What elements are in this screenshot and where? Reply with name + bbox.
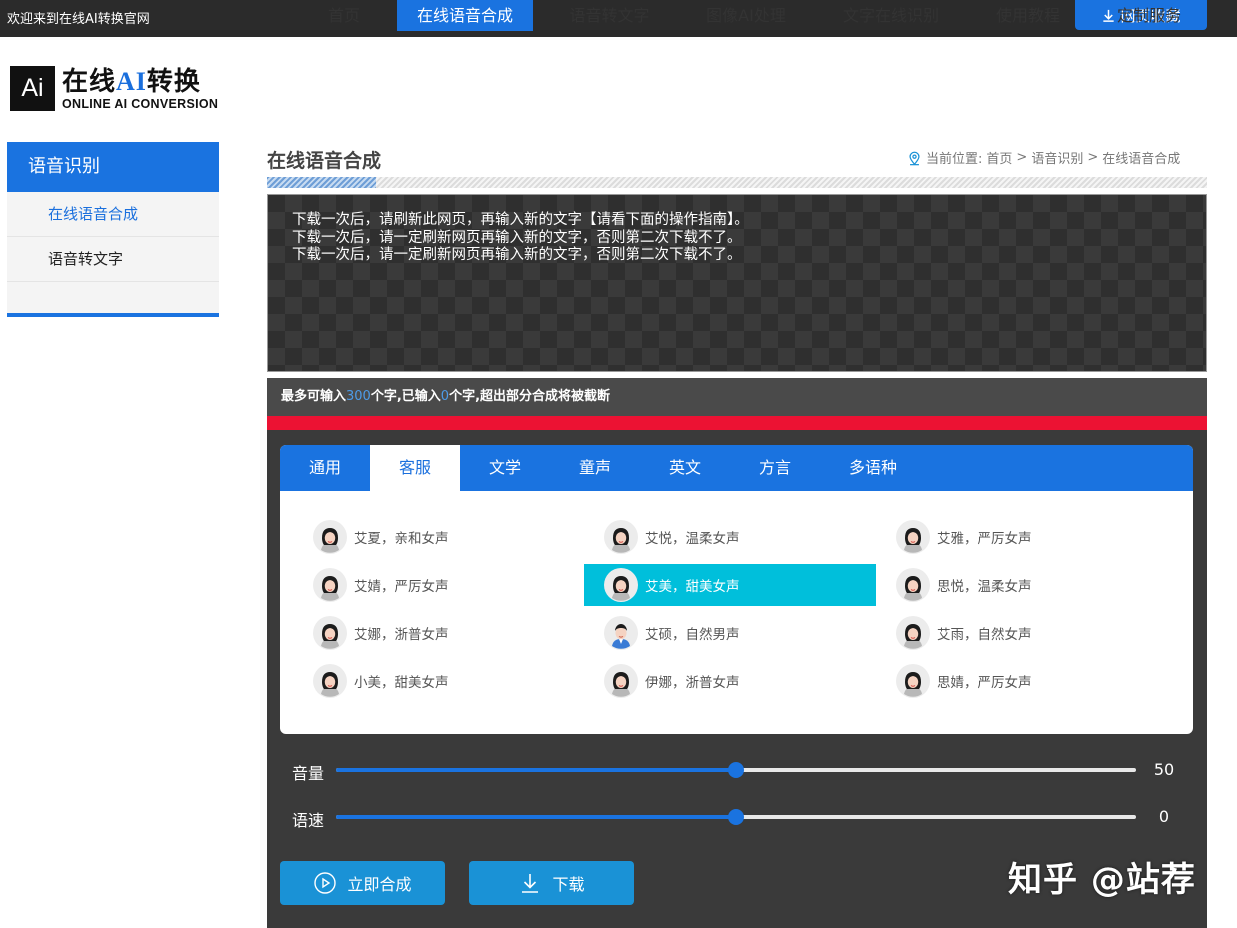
char-counter: 最多可输入300个字,已输入0个字,超出部分合成将被截断	[267, 378, 1207, 416]
voice-option-label: 艾雅，严厉女声	[937, 531, 1032, 547]
synthesize-label: 立即合成	[347, 875, 412, 894]
female-avatar-icon	[604, 664, 638, 698]
male-avatar-icon	[604, 616, 638, 650]
download-icon	[522, 874, 539, 893]
download-button[interactable]: 下载	[469, 861, 634, 905]
alert-bar	[267, 416, 1207, 430]
breadcrumb-separator: >	[1016, 150, 1028, 165]
breadcrumb: 当前位置: 首页 > 语音识别 > 在线语音合成	[907, 148, 1180, 167]
welcome-text: 欢迎来到在线AI转换官网	[7, 12, 150, 27]
volume-slider-thumb[interactable]	[728, 762, 744, 778]
breadcrumb-home[interactable]: 首页	[986, 148, 1012, 167]
speed-slider-fill	[336, 815, 736, 819]
female-avatar-icon	[604, 520, 638, 554]
sidebar: 语音识别 在线语音合成 语音转文字	[7, 142, 219, 317]
synthesis-text-input[interactable]: 下载一次后，请刷新此网页，再输入新的文字【请看下面的操作指南】。 下载一次后，请…	[268, 195, 1206, 371]
watermark: 知乎 @站荐	[1008, 860, 1196, 900]
nav-speech-synthesis[interactable]: 在线语音合成	[397, 0, 533, 31]
voice-option-label: 艾悦，温柔女声	[645, 531, 740, 547]
synthesize-button[interactable]: 立即合成	[280, 861, 445, 905]
tab-general[interactable]: 通用	[280, 445, 370, 491]
tab-literature[interactable]: 文学	[460, 445, 550, 491]
sidebar-bottom-bar	[7, 313, 219, 317]
volume-value: 50	[1153, 760, 1175, 779]
female-avatar-icon	[896, 616, 930, 650]
tab-customer-service[interactable]: 客服	[370, 445, 460, 491]
nav-speech-to-text[interactable]: 语音转文字	[558, 0, 661, 31]
voice-option[interactable]: 艾悦，温柔女声	[584, 516, 876, 558]
voice-option-label: 艾夏，亲和女声	[354, 531, 449, 547]
female-avatar-icon	[604, 568, 638, 602]
voice-option-label: 思悦，温柔女声	[937, 579, 1032, 595]
voice-option-label: 艾雨，自然女声	[937, 627, 1032, 643]
voice-option-label: 伊娜，浙普女声	[645, 675, 740, 691]
current-char-count: 0	[440, 389, 450, 404]
nav-image-ai[interactable]: 图像AI处理	[696, 0, 796, 31]
voice-option-label: 艾婧，严厉女声	[354, 579, 449, 595]
voice-option-label: 小美，甜美女声	[354, 675, 449, 691]
voice-option[interactable]: 艾雅，严厉女声	[876, 516, 1168, 558]
female-avatar-icon	[313, 568, 347, 602]
max-char-count: 300	[346, 389, 371, 404]
title-divider-accent	[267, 177, 376, 188]
voice-option[interactable]: 艾娜，浙普女声	[293, 612, 585, 654]
voice-option[interactable]: 思婧，严厉女声	[876, 660, 1168, 702]
female-avatar-icon	[313, 616, 347, 650]
sidebar-item-speech-synthesis[interactable]: 在线语音合成	[7, 192, 219, 237]
nav-custom-service[interactable]: 定制服务	[1107, 0, 1191, 31]
nav-text-recognition[interactable]: 文字在线识别	[833, 0, 949, 31]
speed-slider[interactable]	[336, 809, 1136, 825]
tab-multilingual[interactable]: 多语种	[828, 445, 918, 491]
female-avatar-icon	[313, 664, 347, 698]
page-title: 在线语音合成	[267, 150, 382, 172]
female-avatar-icon	[896, 664, 930, 698]
voice-option[interactable]: 艾婧，严厉女声	[293, 564, 585, 606]
voice-option-label: 艾美，甜美女声	[645, 579, 740, 595]
text-input-container: 下载一次后，请刷新此网页，再输入新的文字【请看下面的操作指南】。 下载一次后，请…	[267, 194, 1207, 372]
volume-label: 音量	[292, 764, 325, 783]
location-pin-icon	[909, 151, 920, 165]
breadcrumb-speech-recognition[interactable]: 语音识别	[1031, 148, 1083, 167]
voice-option-label: 艾娜，浙普女声	[354, 627, 449, 643]
logo-title: 在线AI转换	[62, 66, 201, 97]
volume-slider[interactable]	[336, 762, 1136, 778]
speed-slider-thumb[interactable]	[728, 809, 744, 825]
breadcrumb-prefix: 当前位置:	[926, 152, 983, 167]
sidebar-heading: 语音识别	[7, 142, 219, 192]
female-avatar-icon	[896, 568, 930, 602]
voice-option-label: 思婧，严厉女声	[937, 675, 1032, 691]
voice-selector: 通用 客服 文学 童声 英文 方言 多语种 艾夏，亲和女声 艾悦，温柔女声 艾雅，严…	[280, 445, 1193, 734]
female-avatar-icon	[313, 520, 347, 554]
play-circle-icon	[314, 872, 337, 894]
voice-option[interactable]: 艾雨，自然女声	[876, 612, 1168, 654]
tab-children[interactable]: 童声	[550, 445, 640, 491]
volume-slider-fill	[336, 768, 736, 772]
voice-option[interactable]: 思悦，温柔女声	[876, 564, 1168, 606]
breadcrumb-current: 在线语音合成	[1102, 152, 1181, 167]
speed-value: 0	[1158, 807, 1170, 826]
tab-dialect[interactable]: 方言	[730, 445, 820, 491]
voice-option[interactable]: 伊娜，浙普女声	[584, 660, 876, 702]
tab-english[interactable]: 英文	[640, 445, 730, 491]
voice-option[interactable]: 小美，甜美女声	[293, 660, 585, 702]
breadcrumb-separator: >	[1087, 150, 1099, 165]
voice-option[interactable]: 艾美，甜美女声	[584, 564, 876, 606]
logo-badge: Ai	[10, 66, 55, 111]
voice-option[interactable]: 艾夏，亲和女声	[293, 516, 585, 558]
sidebar-spacer	[7, 282, 219, 313]
voice-option-label: 艾硕，自然男声	[645, 627, 740, 643]
download-label: 下载	[552, 875, 585, 894]
voice-category-tabs: 通用 客服 文学 童声 英文 方言 多语种	[280, 445, 1193, 491]
female-avatar-icon	[896, 520, 930, 554]
nav-tutorial[interactable]: 使用教程	[986, 0, 1070, 31]
logo-subtitle: ONLINE AI CONVERSION	[62, 96, 219, 111]
site-logo[interactable]: Ai 在线AI转换 ONLINE AI CONVERSION	[10, 66, 218, 111]
speed-label: 语速	[292, 811, 325, 830]
title-divider	[267, 177, 1207, 188]
sidebar-item-speech-to-text[interactable]: 语音转文字	[7, 237, 219, 282]
nav-home[interactable]: 首页	[316, 0, 372, 31]
voice-option[interactable]: 艾硕，自然男声	[584, 612, 876, 654]
